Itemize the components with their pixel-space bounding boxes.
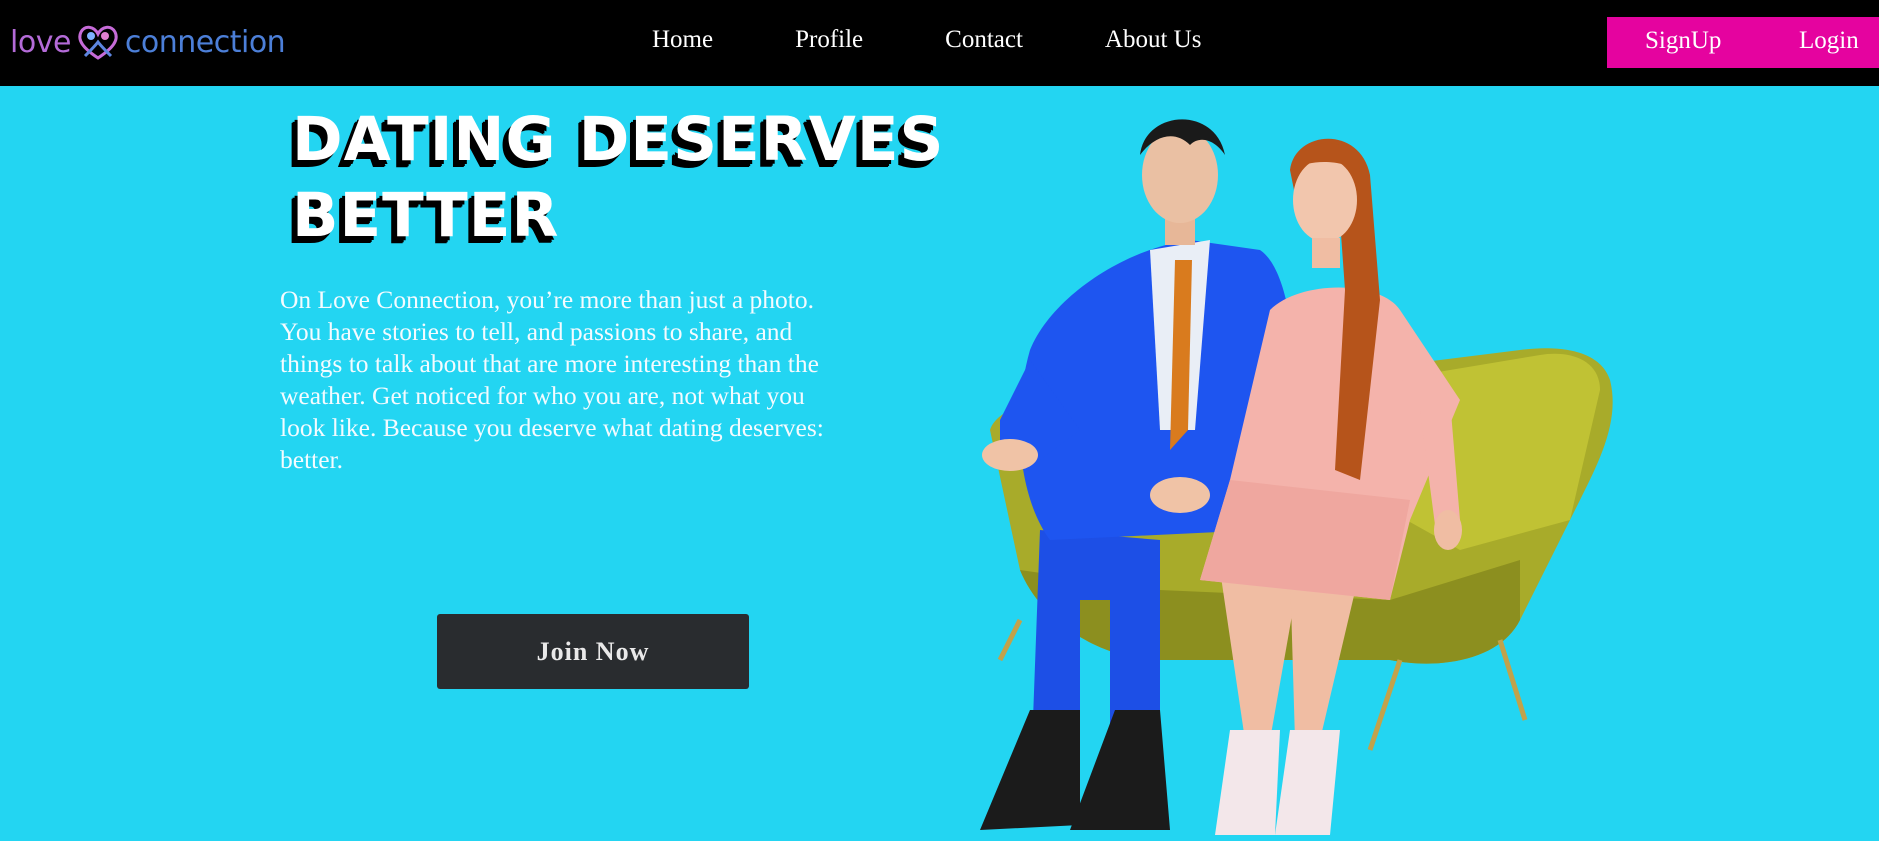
nav-profile[interactable]: Profile <box>795 26 863 54</box>
nav-contact[interactable]: Contact <box>945 26 1023 54</box>
join-now-button[interactable]: Join Now <box>437 614 749 689</box>
hearts-icon <box>78 25 118 60</box>
hero-description: On Love Connection, you’re more than jus… <box>280 285 824 474</box>
hero-headline: DATING DESERVES BETTER <box>292 102 944 254</box>
nav-about-us[interactable]: About Us <box>1105 26 1202 54</box>
nav-home[interactable]: Home <box>652 26 713 54</box>
signup-button[interactable]: SignUp <box>1645 27 1721 55</box>
logo-connection-text: connection <box>124 24 286 60</box>
logo-love-text: love <box>10 24 71 60</box>
brand-logo[interactable]: love connection <box>10 22 286 62</box>
headline-line-2: BETTER <box>292 180 560 251</box>
top-nav: love connection Home Profile Contact Abo… <box>0 0 1879 86</box>
login-button[interactable]: Login <box>1799 27 1859 55</box>
auth-panel: SignUp Login <box>1607 17 1879 68</box>
couple-on-sofa-image <box>980 119 1613 835</box>
main-menu: Home Profile Contact About Us <box>652 26 1283 54</box>
headline-line-1: DATING DESERVES <box>292 104 945 175</box>
